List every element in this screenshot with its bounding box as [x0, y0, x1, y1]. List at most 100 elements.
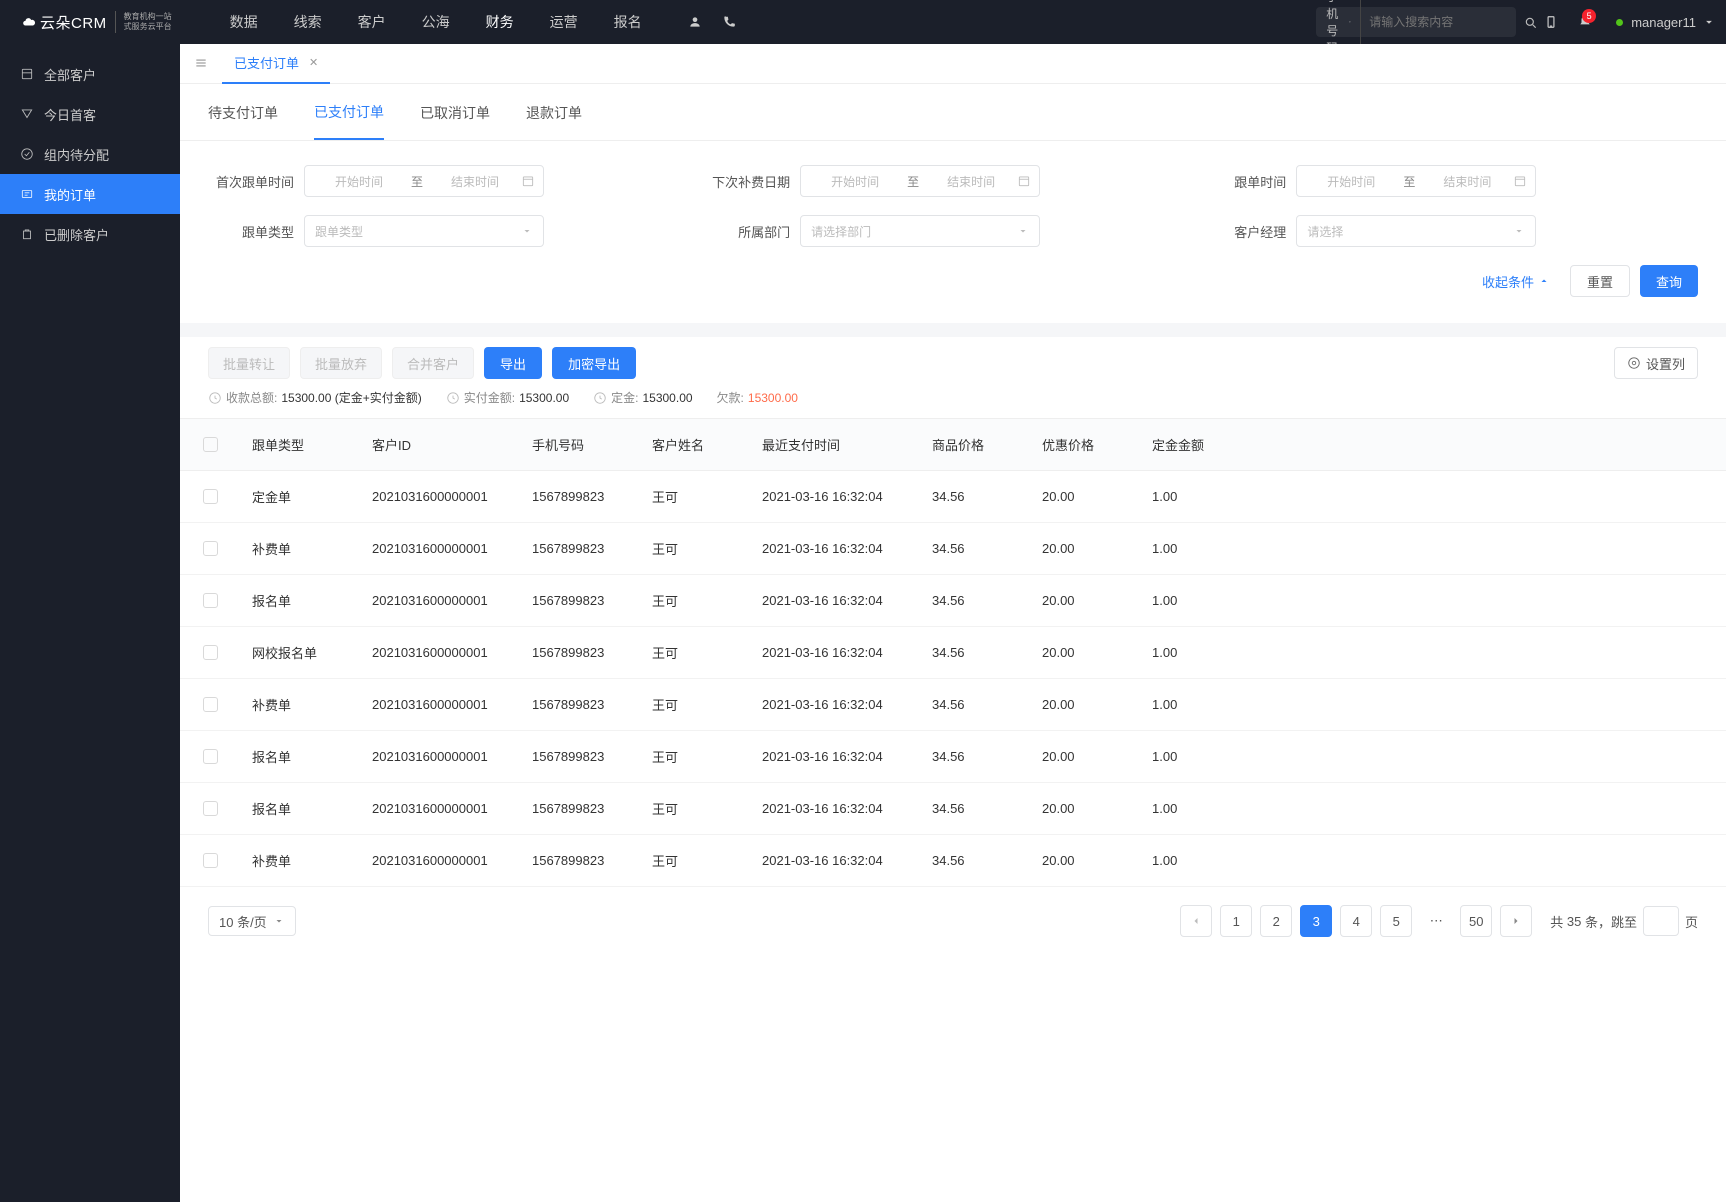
cell-deposit: 1.00 — [1140, 835, 1250, 886]
sidebar-icon — [20, 67, 34, 81]
sub-tab[interactable]: 待支付订单 — [208, 103, 278, 139]
cell-price: 34.56 — [920, 627, 1030, 678]
table-row[interactable]: 网校报名单20210316000000011567899823王可2021-03… — [180, 627, 1726, 679]
page-number[interactable]: 4 — [1340, 905, 1372, 937]
row-checkbox[interactable] — [203, 697, 218, 712]
table-row[interactable]: 报名单20210316000000011567899823王可2021-03-1… — [180, 731, 1726, 783]
mobile-icon[interactable] — [1544, 13, 1558, 31]
sidebar-item-label: 今日首客 — [44, 105, 96, 124]
row-checkbox[interactable] — [203, 489, 218, 504]
top-nav-item[interactable]: 线索 — [276, 0, 340, 44]
table-row[interactable]: 定金单20210316000000011567899823王可2021-03-1… — [180, 471, 1726, 523]
encrypt-export-button[interactable]: 加密导出 — [552, 347, 636, 379]
first-follow-date-range[interactable]: 开始时间 至 结束时间 — [304, 165, 544, 197]
follow-type-select[interactable]: 跟单类型 — [304, 215, 544, 247]
batch-transfer-button[interactable]: 批量转让 — [208, 347, 290, 379]
row-checkbox[interactable] — [203, 593, 218, 608]
collapse-filters-link[interactable]: 收起条件 — [1482, 272, 1550, 291]
jump-page-input[interactable] — [1643, 906, 1679, 936]
cell-type: 报名单 — [240, 575, 360, 626]
manager-select[interactable]: 请选择 — [1296, 215, 1536, 247]
row-checkbox[interactable] — [203, 541, 218, 556]
page-number[interactable]: 5 — [1380, 905, 1412, 937]
top-nav: 数据线索客户公海财务运营报名 — [212, 0, 660, 44]
cell-price: 34.56 — [920, 783, 1030, 834]
cloud-icon — [22, 11, 36, 34]
sub-tab[interactable]: 已取消订单 — [420, 103, 490, 139]
page-number[interactable]: 2 — [1260, 905, 1292, 937]
page-next[interactable] — [1500, 905, 1532, 937]
row-checkbox[interactable] — [203, 749, 218, 764]
top-nav-item[interactable]: 报名 — [596, 0, 660, 44]
tab-menu-icon[interactable] — [194, 55, 208, 73]
table-row[interactable]: 报名单20210316000000011567899823王可2021-03-1… — [180, 575, 1726, 627]
bell-icon[interactable]: 5 — [1578, 13, 1592, 31]
summary-bar: 收款总额: 15300.00 (定金+实付金额) 实付金额: 15300.00 … — [180, 389, 1726, 418]
cell-discount: 20.00 — [1030, 627, 1140, 678]
cell-discount: 20.00 — [1030, 679, 1140, 730]
sidebar-item[interactable]: 组内待分配 — [0, 134, 180, 174]
table-row[interactable]: 补费单20210316000000011567899823王可2021-03-1… — [180, 835, 1726, 887]
export-button[interactable]: 导出 — [484, 347, 542, 379]
cell-discount: 20.00 — [1030, 783, 1140, 834]
page-size-select[interactable]: 10 条/页 — [208, 906, 296, 936]
cell-name: 王可 — [640, 471, 750, 522]
sub-tab[interactable]: 退款订单 — [526, 103, 582, 139]
row-checkbox[interactable] — [203, 645, 218, 660]
table-row[interactable]: 补费单20210316000000011567899823王可2021-03-1… — [180, 679, 1726, 731]
user-menu[interactable]: manager11 — [1616, 15, 1716, 30]
batch-give-up-button[interactable]: 批量放弃 — [300, 347, 382, 379]
cell-deposit: 1.00 — [1140, 471, 1250, 522]
merge-customer-button[interactable]: 合并客户 — [392, 347, 474, 379]
logo[interactable]: 云朵CRM 教育机构一站式服务云平台 — [22, 11, 172, 34]
cell-discount: 20.00 — [1030, 523, 1140, 574]
page-last[interactable]: 50 — [1460, 905, 1492, 937]
sidebar-item[interactable]: 我的订单 — [0, 174, 180, 214]
page-number[interactable]: 1 — [1220, 905, 1252, 937]
top-nav-item[interactable]: 运营 — [532, 0, 596, 44]
close-tab-icon[interactable]: ✕ — [309, 56, 318, 69]
table-row[interactable]: 报名单20210316000000011567899823王可2021-03-1… — [180, 783, 1726, 835]
page-prev[interactable] — [1180, 905, 1212, 937]
row-checkbox[interactable] — [203, 801, 218, 816]
phone-icon[interactable] — [722, 13, 736, 31]
top-nav-item[interactable]: 财务 — [468, 0, 532, 44]
page-number[interactable]: 3 — [1300, 905, 1332, 937]
status-dot — [1616, 19, 1623, 26]
cell-time: 2021-03-16 16:32:04 — [750, 523, 920, 574]
cell-name: 王可 — [640, 575, 750, 626]
sub-tab[interactable]: 已支付订单 — [314, 102, 384, 140]
sidebar-item[interactable]: 已删除客户 — [0, 214, 180, 254]
cell-customer-id: 2021031600000001 — [360, 679, 520, 730]
search-icon[interactable] — [1524, 14, 1538, 30]
sidebar-item[interactable]: 今日首客 — [0, 94, 180, 134]
settings-columns-button[interactable]: 设置列 — [1614, 347, 1698, 379]
top-nav-item[interactable]: 公海 — [404, 0, 468, 44]
sidebar-item-label: 全部客户 — [44, 65, 96, 84]
sidebar-icon — [20, 187, 34, 201]
follow-time-date-range[interactable]: 开始时间 至 结束时间 — [1296, 165, 1536, 197]
cell-phone: 1567899823 — [520, 627, 640, 678]
notification-badge: 5 — [1582, 9, 1596, 23]
search-input[interactable] — [1369, 15, 1524, 29]
top-nav-item[interactable]: 客户 — [340, 0, 404, 44]
row-checkbox[interactable] — [203, 853, 218, 868]
table-row[interactable]: 补费单20210316000000011567899823王可2021-03-1… — [180, 523, 1726, 575]
cell-type: 网校报名单 — [240, 627, 360, 678]
filter-label-follow-type: 跟单类型 — [208, 222, 294, 241]
logo-text: 云朵CRM — [40, 12, 107, 33]
top-nav-item[interactable]: 数据 — [212, 0, 276, 44]
query-button[interactable]: 查询 — [1640, 265, 1698, 297]
cell-deposit: 1.00 — [1140, 575, 1250, 626]
cell-phone: 1567899823 — [520, 731, 640, 782]
cell-name: 王可 — [640, 627, 750, 678]
topbar: 云朵CRM 教育机构一站式服务云平台 数据线索客户公海财务运营报名 手机号码 5… — [0, 0, 1726, 44]
dept-select[interactable]: 请选择部门 — [800, 215, 1040, 247]
sidebar-item[interactable]: 全部客户 — [0, 54, 180, 94]
open-tab[interactable]: 已支付订单 ✕ — [222, 44, 330, 84]
person-icon[interactable] — [688, 13, 702, 31]
next-pay-date-range[interactable]: 开始时间 至 结束时间 — [800, 165, 1040, 197]
reset-button[interactable]: 重置 — [1570, 265, 1630, 297]
select-all-checkbox[interactable] — [203, 437, 218, 452]
header-phone: 手机号码 — [520, 419, 640, 470]
